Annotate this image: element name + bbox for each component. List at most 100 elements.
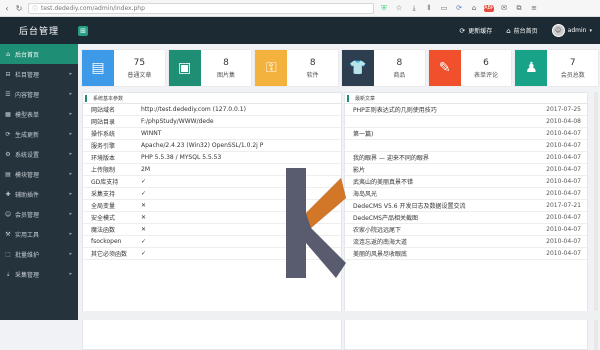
sidebar-item-0[interactable]: ⌂ 后台首页 (0, 44, 78, 64)
article-date: 2010-04-07 (546, 250, 581, 257)
sidebar-item-label: 内容管理 (15, 91, 40, 99)
article-title[interactable]: 武夷山的美丽真景不错 (345, 177, 527, 186)
list-item[interactable]: 流连忘返的南海大道 2010-04-07 (345, 236, 587, 248)
stat-value: 8 (309, 57, 316, 68)
plugin-icon: ✚ (5, 190, 11, 198)
chevron-right-icon: ▸ (69, 111, 72, 117)
user-menu[interactable]: ☺ admin ▾ (551, 24, 592, 37)
article-title[interactable]: 我的眼界 — 迎来不同的眼界 (345, 153, 527, 162)
article-date: 2010-04-07 (546, 142, 581, 149)
username: admin (567, 27, 587, 34)
sidebar: ⌂ 后台首页 ⊟ 栏目管理 ▸ ☰ 内容管理 ▸ ▦ 模型表单 ▸ ⟳ 生成更新 ▸ ⚙ 系统设置 ▸ ▤ 模块管理… (0, 44, 78, 320)
stat-label: 商品 (393, 71, 406, 79)
list-item[interactable]: 我的眼界 — 迎来不同的眼界 2010-04-07 (345, 152, 587, 164)
list-item[interactable]: 农家小院远远尾下 2010-04-07 (345, 224, 587, 236)
sync-icon[interactable]: ⟳ (454, 3, 464, 13)
watermark-logo (286, 168, 346, 278)
chevron-right-icon: ▸ (69, 251, 72, 257)
list-item[interactable]: DedeCMS产品相关截图 2010-04-07 (345, 212, 587, 224)
param-value: Apache/2.4.23 (Win32) OpenSSL/1.0.2j P (141, 142, 264, 149)
stat-value: 75 (133, 57, 146, 68)
module-icon: ▤ (5, 170, 11, 178)
chevron-right-icon: ▸ (69, 231, 72, 237)
sidebar-item-3[interactable]: ▦ 模型表单 ▸ (0, 104, 78, 124)
list-item[interactable]: 武夷山的美丽真景不错 2010-04-07 (345, 176, 587, 188)
stat-card[interactable]: ♟ 7 会员总数 (515, 50, 599, 86)
list-item[interactable]: DedeCMS V5.6 开发日志及数据设置交流 2017-07-21 (345, 200, 587, 212)
list-item[interactable]: 美丽的风景尽收眼底 2010-04-07 (345, 248, 587, 260)
reload-icon[interactable]: ↻ (14, 2, 24, 14)
article-date: 2010-04-08 (546, 118, 581, 125)
sidebar-item-6[interactable]: ▤ 模块管理 ▸ (0, 164, 78, 184)
home-icon[interactable]: ⌂ (469, 3, 479, 13)
front-home-button[interactable]: ⌂ 前台首页 (506, 26, 537, 36)
list-item[interactable]: 第一篇) 2010-04-07 (345, 128, 587, 140)
sidebar-item-4[interactable]: ⟳ 生成更新 ▸ (0, 124, 78, 144)
param-name: 其它必须函数 (91, 251, 128, 258)
library-icon[interactable]: ⫴ (424, 3, 434, 13)
chevron-right-icon: ▸ (69, 211, 72, 217)
extension-icon[interactable]: ABP (484, 4, 494, 12)
grid-icon[interactable]: ⊞ (78, 25, 88, 36)
url-text: test.dedediy.com/admin/index.php (41, 4, 145, 12)
reader-icon[interactable]: ▭ (439, 3, 449, 13)
stat-card[interactable]: ▣ 8 图片集 (168, 50, 252, 86)
stat-card[interactable]: ▤ 75 普通文章 (82, 50, 165, 86)
sidebar-item-9[interactable]: ⚒ 实用工具 ▸ (0, 224, 78, 244)
table-row: 服务引擎 Apache/2.4.23 (Win32) OpenSSL/1.0.2j… (83, 140, 341, 152)
article-date: 2010-04-07 (546, 154, 581, 161)
list-item[interactable]: 影片 2010-04-07 (345, 164, 587, 176)
sidebar-item-label: 批量维护 (15, 251, 40, 259)
member-icon: ☺ (4, 210, 12, 218)
address-bar[interactable]: ⓘ test.dedediy.com/admin/index.php (28, 2, 374, 14)
collect-icon: ⇣ (5, 270, 11, 278)
chevron-down-icon: ▾ (589, 27, 592, 34)
shield-icon[interactable]: ⛨ (379, 3, 389, 13)
app-header: 后台管理 ⊞ ⟳ 更新缓存 ⌂ 前台首页 ☺ admin ▾ (0, 17, 600, 44)
sidebar-item-7[interactable]: ✚ 辅助插件 ▸ (0, 184, 78, 204)
chevron-right-icon: ▸ (69, 151, 72, 157)
stat-card[interactable]: ✎ 6 表单评论 (428, 50, 512, 86)
sidebar-item-label: 模型表单 (15, 111, 40, 119)
article-title[interactable]: 流连忘返的南海大道 (345, 237, 527, 246)
article-title[interactable]: 农家小院远远尾下 (345, 225, 527, 234)
mail-icon[interactable]: ✉ (499, 3, 509, 13)
sidebar-item-label: 系统设置 (15, 151, 40, 159)
article-title[interactable]: 海岛风光 (345, 189, 527, 198)
param-name: 操作系统 (91, 131, 116, 138)
article-title[interactable]: 美丽的风景尽收眼底 (345, 249, 527, 258)
article-title[interactable]: DedeCMS V5.6 开发日志及数据设置交流 (345, 201, 527, 210)
stat-card[interactable]: 👕 8 商品 (342, 50, 425, 86)
sidebar-item-2[interactable]: ☰ 内容管理 ▸ (0, 84, 78, 104)
article-title[interactable]: PHP正则表达式的几则使用技巧 (345, 105, 527, 114)
download-icon[interactable]: ⤓ (409, 3, 419, 13)
article-title[interactable]: 影片 (345, 165, 527, 174)
sidebar-item-1[interactable]: ⊟ 栏目管理 ▸ (0, 64, 78, 84)
param-name: fsockopen (91, 238, 122, 245)
star-icon[interactable]: ☆ (394, 3, 404, 13)
list-item[interactable]: 海岛风光 2010-04-07 (345, 188, 587, 200)
sidebar-item-label: 辅助插件 (15, 191, 40, 199)
back-icon[interactable]: ‹ (2, 2, 12, 14)
sidebar-item-label: 栏目管理 (15, 71, 40, 79)
param-name: 环境版本 (91, 155, 116, 162)
list-item[interactable]: 2010-04-08 (345, 116, 587, 128)
sidebar-item-8[interactable]: ☺ 会员管理 ▸ (0, 204, 78, 224)
list-item[interactable]: 2010-04-07 (345, 140, 587, 152)
sidebar-item-label: 采集管理 (15, 271, 40, 279)
param-name: 采集支持 (91, 191, 116, 198)
menu-icon[interactable]: ≡ (529, 3, 539, 13)
tab-icon[interactable]: ⧉ (514, 3, 524, 13)
sidebar-item-11[interactable]: ⇣ 采集管理 ▸ (0, 264, 78, 284)
article-title[interactable]: 第一篇) (345, 129, 527, 138)
stat-value: 8 (223, 57, 229, 68)
update-cache-button[interactable]: ⟳ 更新缓存 (459, 26, 492, 36)
param-name: 网站目录 (91, 119, 116, 126)
sidebar-item-10[interactable]: ⬚ 批量维护 ▸ (0, 244, 78, 264)
article-date: 2010-04-07 (546, 238, 581, 245)
list-item[interactable]: PHP正则表达式的几则使用技巧 2017-07-25 (345, 104, 587, 116)
stat-card[interactable]: ⚿ 8 软件 (255, 50, 339, 86)
param-name: 魔法函数 (91, 227, 116, 234)
sidebar-item-5[interactable]: ⚙ 系统设置 ▸ (0, 144, 78, 164)
article-title[interactable]: DedeCMS产品相关截图 (345, 213, 527, 222)
